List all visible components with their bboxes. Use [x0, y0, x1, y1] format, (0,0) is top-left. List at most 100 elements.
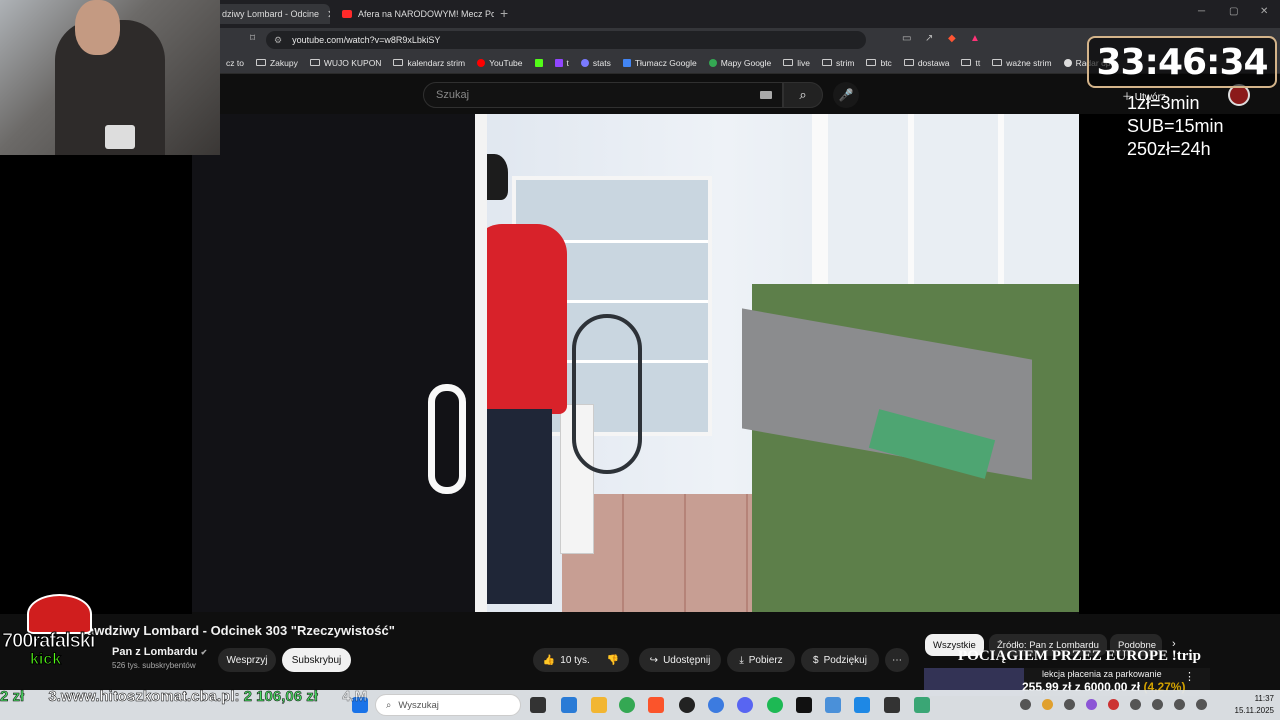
search-input[interactable]: Szukaj: [423, 82, 783, 108]
more-actions-icon[interactable]: ⋯: [885, 648, 909, 672]
share-button[interactable]: ↪ Udostępnij: [639, 648, 721, 672]
app-icon[interactable]: [708, 697, 724, 713]
webcam-overlay: [0, 0, 220, 155]
bookmark-item[interactable]: stats: [580, 58, 611, 68]
logo-mascot: [27, 594, 92, 634]
maximize-icon[interactable]: ▢: [1229, 6, 1238, 17]
tray-icon[interactable]: [1064, 699, 1075, 710]
bookmark-item[interactable]: YouTube: [477, 58, 523, 68]
app-icon[interactable]: [884, 697, 900, 713]
tab-label: Afera na NARODOWYM! Mecz Polsk: [358, 9, 494, 19]
maps-icon: [708, 58, 717, 67]
brave-shield-icon[interactable]: ◆: [948, 33, 956, 44]
discord-icon[interactable]: [737, 697, 753, 713]
keyboard-icon[interactable]: [760, 91, 772, 99]
new-tab-button[interactable]: +: [500, 5, 508, 21]
support-button[interactable]: Wesprzyj: [218, 648, 276, 672]
radar-icon: [1063, 58, 1072, 67]
site-info-icon[interactable]: ⚙: [274, 35, 282, 46]
share-icon[interactable]: ↗: [925, 33, 933, 44]
app-icon[interactable]: [796, 697, 812, 713]
tray-icon[interactable]: [1108, 699, 1119, 710]
steam-icon[interactable]: [1130, 699, 1141, 710]
tray-icon[interactable]: [1042, 699, 1053, 710]
spotify-icon[interactable]: [767, 697, 783, 713]
channel-name[interactable]: Pan z Lombardu ✔: [112, 646, 207, 658]
search-icon: ⌕: [799, 87, 807, 102]
bookmark-folder[interactable]: ważne strim: [992, 58, 1052, 68]
search-button[interactable]: ⌕: [783, 82, 823, 108]
rate-list: 1zł=3min SUB=15min 250zł=24h: [1127, 93, 1224, 159]
chrome-icon[interactable]: [619, 697, 635, 713]
close-window-icon[interactable]: ✕: [1260, 6, 1268, 17]
bookmark-item[interactable]: t: [554, 58, 569, 68]
door-handle: [428, 384, 466, 494]
search-icon: ⌕: [386, 699, 392, 711]
address-bar[interactable]: ⚙ youtube.com/watch?v=w8R9xLbkiSY: [266, 31, 866, 49]
tab-afera[interactable]: Afera na NARODOWYM! Mecz Polsk ✕: [334, 4, 494, 24]
folder-icon: [255, 59, 266, 66]
download-icon: ⤓: [739, 654, 744, 666]
bookmark-folder[interactable]: WUJO KUPON: [309, 58, 381, 68]
folder-icon: [903, 59, 914, 66]
bookmark-folder[interactable]: Zakupy: [255, 58, 298, 68]
minimize-icon[interactable]: ─: [1198, 6, 1205, 17]
download-button[interactable]: ⤓ Pobierz: [727, 648, 795, 672]
bicycle: [572, 314, 642, 474]
cast-icon[interactable]: ▭: [902, 33, 911, 44]
folder-icon: [783, 59, 794, 66]
bookmark-folder[interactable]: dostawa: [903, 58, 949, 68]
folder-icon: [822, 59, 833, 66]
letterbox-right: [1079, 114, 1280, 614]
folder-icon: [393, 59, 404, 66]
taskbar-search[interactable]: ⌕ Wyszukaj: [375, 694, 521, 716]
dislike-icon[interactable]: 👎: [607, 655, 619, 666]
tray-icon[interactable]: [1086, 699, 1097, 710]
rewards-icon[interactable]: ▲: [970, 33, 980, 44]
task-view-icon[interactable]: [530, 697, 546, 713]
bookmark-folder[interactable]: strim: [822, 58, 854, 68]
obs-icon[interactable]: [679, 697, 695, 713]
like-icon[interactable]: 👍: [543, 655, 555, 666]
voice-search-button[interactable]: 🎤: [833, 82, 859, 108]
tab-lombard[interactable]: dziwy Lombard - Odcine ✕: [214, 4, 330, 24]
folder-icon: [866, 59, 877, 66]
verified-icon: ✔: [200, 648, 208, 657]
subscribe-button[interactable]: Subskrybuj: [282, 648, 351, 672]
bookmark-item[interactable]: [534, 58, 543, 67]
file-explorer-icon[interactable]: [591, 697, 607, 713]
kick-icon: [534, 58, 543, 67]
network-icon[interactable]: [1152, 699, 1163, 710]
notepad-icon[interactable]: [914, 697, 930, 713]
youtube-icon: [342, 10, 352, 18]
close-tab-icon[interactable]: ✕: [327, 8, 330, 21]
brave-icon[interactable]: [648, 697, 664, 713]
thanks-icon: $: [813, 654, 819, 666]
bookmark-folder[interactable]: tt: [961, 58, 980, 68]
app-icon[interactable]: [854, 697, 870, 713]
bookmark-folder[interactable]: live: [783, 58, 810, 68]
bookmark-item[interactable]: Mapy Google: [708, 58, 771, 68]
reco-title: lekcja płacenia za parkowanie: [1042, 669, 1162, 679]
bookmark-item[interactable]: cz to: [226, 58, 244, 68]
bookmark-icon[interactable]: ⌑: [250, 33, 255, 44]
person: [472, 154, 572, 604]
share-icon: ↪: [649, 654, 659, 666]
bookmark-item[interactable]: Tłumacz Google: [622, 58, 697, 68]
volume-icon[interactable]: [1196, 699, 1207, 710]
bookmark-folder[interactable]: kalendarz strim: [393, 58, 465, 68]
taskbar-clock[interactable]: 11:37 15.11.2025: [1224, 693, 1274, 717]
search-placeholder: Szukaj: [436, 89, 470, 101]
tray-icon[interactable]: [1020, 699, 1031, 710]
folder-icon: [309, 59, 320, 66]
video-player[interactable]: [192, 114, 1079, 612]
widgets-icon[interactable]: [561, 697, 577, 713]
like-dislike-group[interactable]: 👍 10 tys. 👎: [533, 648, 629, 672]
mic-icon[interactable]: [1174, 699, 1185, 710]
more-vert-icon[interactable]: ⋮: [1184, 670, 1195, 683]
door: [192, 114, 487, 612]
promo-banner: POCIĄGIEM PRZEZ EUROPE !trip: [958, 648, 1201, 664]
app-icon[interactable]: [825, 697, 841, 713]
bookmark-folder[interactable]: btc: [866, 58, 892, 68]
thanks-button[interactable]: $ Podziękuj: [801, 648, 879, 672]
